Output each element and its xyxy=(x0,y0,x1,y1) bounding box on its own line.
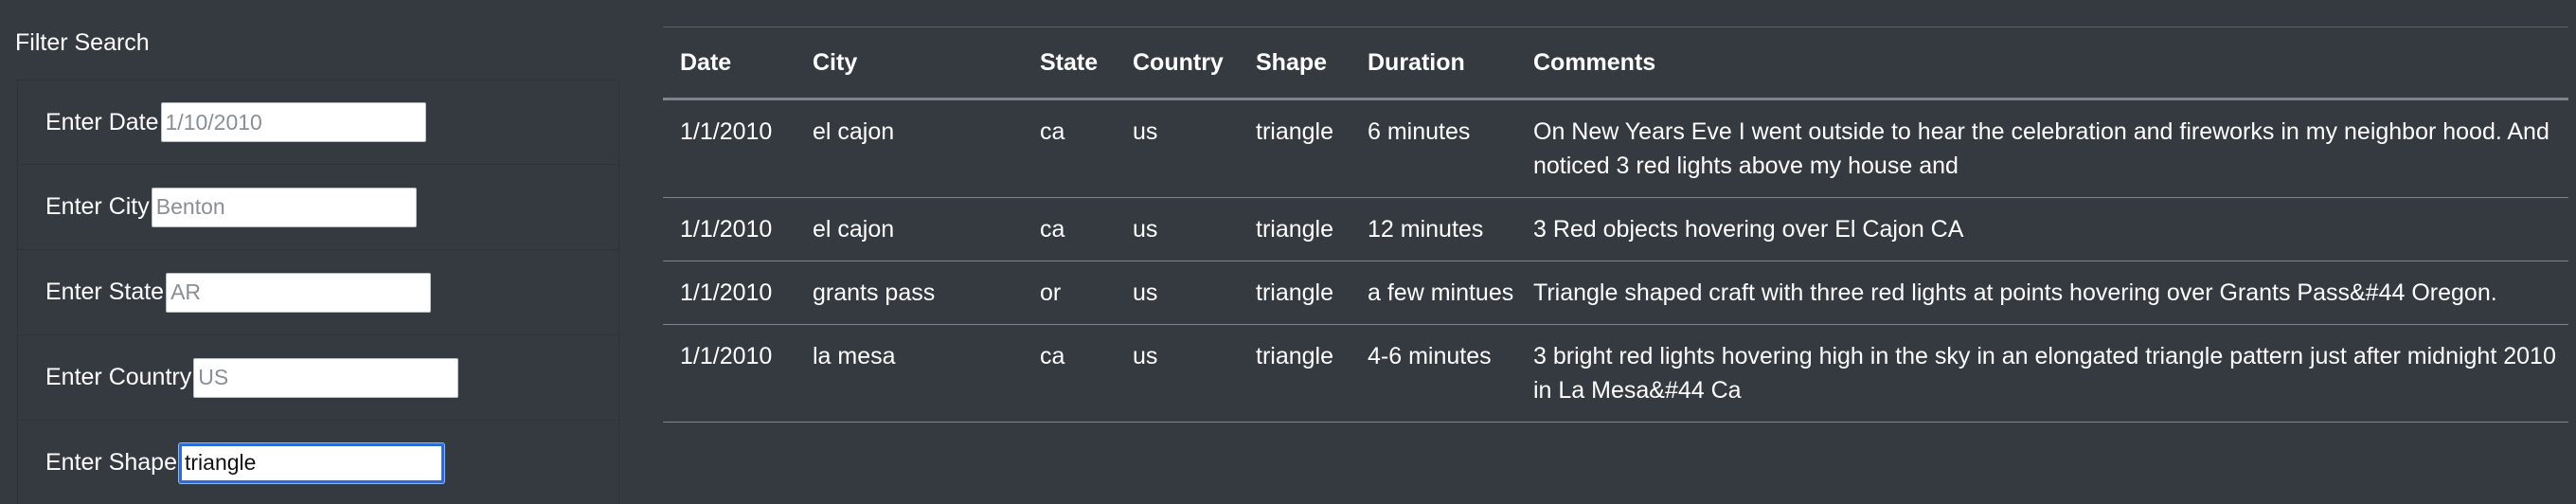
filter-sidebar: Filter Search Enter Date Enter City Ente… xyxy=(0,0,625,504)
table-row: 1/1/2010 el cajon ca us triangle 12 minu… xyxy=(663,197,2568,261)
cell-shape: triangle xyxy=(1239,99,1351,198)
cell-comments: On New Years Eve I went outside to hear … xyxy=(1516,99,2568,198)
cell-comments: 3 bright red lights hovering high in the… xyxy=(1516,324,2568,423)
state-input[interactable] xyxy=(166,272,432,313)
country-label: Enter Country xyxy=(45,364,192,390)
cell-state: ca xyxy=(1023,99,1116,198)
cell-shape: triangle xyxy=(1239,261,1351,325)
header-city: City xyxy=(796,27,1023,100)
shape-input[interactable] xyxy=(179,442,444,483)
cell-country: us xyxy=(1116,324,1239,423)
cell-duration: 12 minutes xyxy=(1351,197,1516,261)
header-date: Date xyxy=(663,27,796,100)
page: Filter Search Enter Date Enter City Ente… xyxy=(0,0,2576,504)
filter-state-item: Enter State xyxy=(17,250,619,335)
cell-city: el cajon xyxy=(796,99,1023,198)
date-input[interactable] xyxy=(160,102,426,142)
city-label: Enter City xyxy=(45,193,150,220)
cell-shape: triangle xyxy=(1239,197,1351,261)
state-label: Enter State xyxy=(45,279,165,305)
cell-duration: a few mintues xyxy=(1351,261,1516,325)
header-row: Date City State Country Shape Duration C… xyxy=(663,27,2568,100)
cell-date: 1/1/2010 xyxy=(663,99,796,198)
header-country: Country xyxy=(1116,27,1239,100)
header-duration: Duration xyxy=(1351,27,1516,100)
table-row: 1/1/2010 grants pass or us triangle a fe… xyxy=(663,261,2568,325)
filter-shape-item: Enter Shape xyxy=(17,421,619,504)
table-body: 1/1/2010 el cajon ca us triangle 6 minut… xyxy=(663,99,2568,423)
cell-country: us xyxy=(1116,99,1239,198)
table-row: 1/1/2010 el cajon ca us triangle 6 minut… xyxy=(663,99,2568,198)
cell-comments: Triangle shaped craft with three red lig… xyxy=(1516,261,2568,325)
country-input[interactable] xyxy=(193,357,459,398)
date-label: Enter Date xyxy=(45,108,159,135)
cell-date: 1/1/2010 xyxy=(663,324,796,423)
filter-date-item: Enter Date xyxy=(17,80,619,165)
cell-date: 1/1/2010 xyxy=(663,197,796,261)
filter-title: Filter Search xyxy=(15,29,150,56)
cell-duration: 6 minutes xyxy=(1351,99,1516,198)
cell-country: us xyxy=(1116,261,1239,325)
ufo-results-table: Date City State Country Shape Duration C… xyxy=(663,27,2568,423)
header-shape: Shape xyxy=(1239,27,1351,100)
header-comments: Comments xyxy=(1516,27,2568,100)
filter-list: Enter Date Enter City Enter State Enter … xyxy=(17,80,619,504)
cell-city: la mesa xyxy=(796,324,1023,423)
cell-country: us xyxy=(1116,197,1239,261)
city-input[interactable] xyxy=(151,187,417,227)
table-row: 1/1/2010 la mesa ca us triangle 4-6 minu… xyxy=(663,324,2568,423)
cell-city: grants pass xyxy=(796,261,1023,325)
cell-state: or xyxy=(1023,261,1116,325)
cell-city: el cajon xyxy=(796,197,1023,261)
filter-country-item: Enter Country xyxy=(17,335,619,421)
table-header: Date City State Country Shape Duration C… xyxy=(663,27,2568,100)
cell-shape: triangle xyxy=(1239,324,1351,423)
cell-comments: 3 Red objects hovering over El Cajon CA xyxy=(1516,197,2568,261)
header-state: State xyxy=(1023,27,1116,100)
cell-state: ca xyxy=(1023,197,1116,261)
cell-duration: 4-6 minutes xyxy=(1351,324,1516,423)
filter-city-item: Enter City xyxy=(17,165,619,250)
cell-state: ca xyxy=(1023,324,1116,423)
results-table-container: Date City State Country Shape Duration C… xyxy=(663,27,2568,423)
shape-label: Enter Shape xyxy=(45,449,177,476)
cell-date: 1/1/2010 xyxy=(663,261,796,325)
